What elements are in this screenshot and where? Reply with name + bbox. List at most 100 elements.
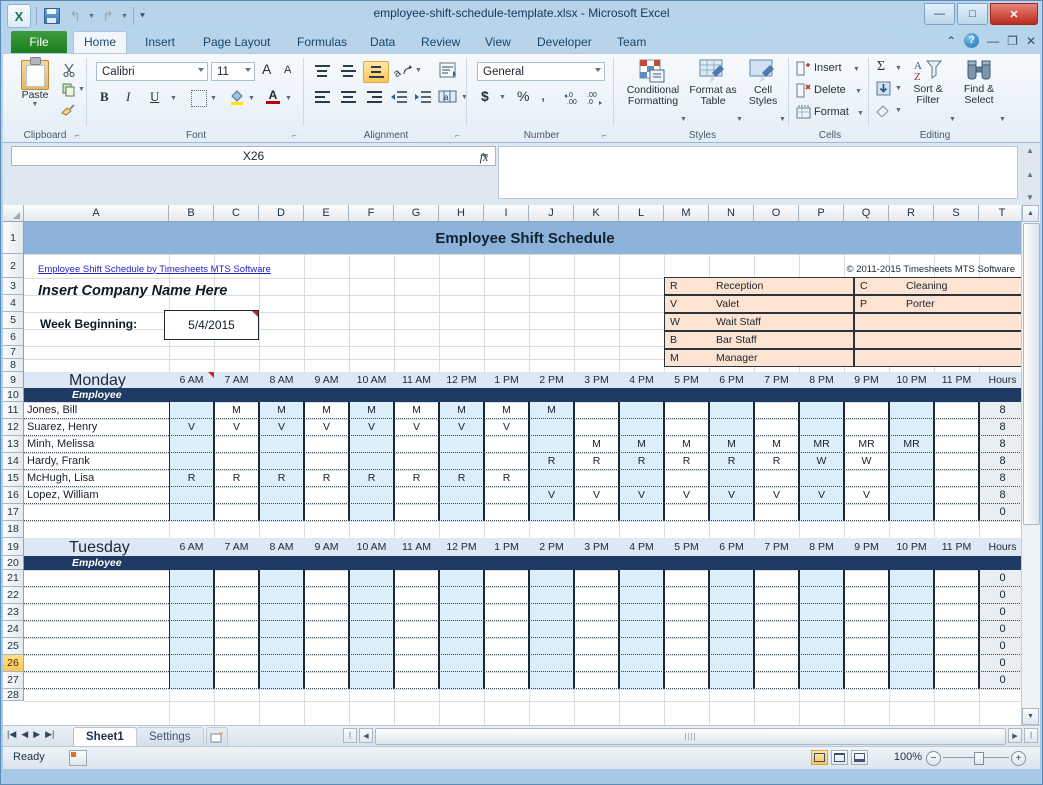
- grow-font-button[interactable]: A: [262, 61, 271, 77]
- shift-cell[interactable]: V: [529, 487, 574, 504]
- row-header-2[interactable]: 2: [3, 254, 24, 278]
- shift-cell[interactable]: [484, 570, 529, 587]
- row-header-24[interactable]: 24: [3, 621, 24, 638]
- shift-cell[interactable]: [709, 419, 754, 436]
- shift-cell[interactable]: [439, 604, 484, 621]
- shift-cell[interactable]: V: [349, 419, 394, 436]
- column-header-E[interactable]: E: [304, 205, 349, 222]
- shift-cell[interactable]: [214, 604, 259, 621]
- shift-cell[interactable]: [574, 402, 619, 419]
- shift-cell[interactable]: V: [664, 487, 709, 504]
- sort-filter-dropdown-icon[interactable]: ▼: [949, 116, 956, 123]
- sheet-tab-sheet1[interactable]: Sheet1: [73, 727, 137, 747]
- employee-name-cell[interactable]: Lopez, William: [24, 487, 169, 504]
- shift-cell[interactable]: [619, 621, 664, 638]
- vertical-scroll-thumb[interactable]: [1023, 223, 1040, 525]
- row-header-8[interactable]: 8: [3, 359, 24, 372]
- formula-scroll-mid-icon[interactable]: ▲: [1026, 170, 1034, 179]
- shift-cell[interactable]: [349, 587, 394, 604]
- shift-cell[interactable]: [169, 655, 214, 672]
- fill-color-button[interactable]: [228, 88, 246, 106]
- shift-cell[interactable]: [529, 419, 574, 436]
- employee-name-cell[interactable]: Suarez, Henry: [24, 419, 169, 436]
- shift-cell[interactable]: [439, 504, 484, 521]
- shift-cell[interactable]: [304, 621, 349, 638]
- shift-cell[interactable]: [754, 621, 799, 638]
- shift-cell[interactable]: MR: [889, 436, 934, 453]
- row-header-4[interactable]: 4: [3, 295, 24, 312]
- shift-cell[interactable]: W: [799, 453, 844, 470]
- shift-cell[interactable]: [529, 638, 574, 655]
- shift-cell[interactable]: R: [619, 453, 664, 470]
- shift-cell[interactable]: [214, 487, 259, 504]
- shift-cell[interactable]: [349, 672, 394, 689]
- shift-cell[interactable]: [709, 470, 754, 487]
- shift-cell[interactable]: [484, 638, 529, 655]
- orientation-dropdown-icon[interactable]: ▼: [415, 67, 422, 74]
- shift-cell[interactable]: [889, 470, 934, 487]
- shift-cell[interactable]: [304, 655, 349, 672]
- tab-developer[interactable]: Developer: [525, 31, 604, 53]
- shift-cell[interactable]: R: [394, 470, 439, 487]
- shift-cell[interactable]: M: [394, 402, 439, 419]
- align-right-button[interactable]: [363, 88, 385, 106]
- shift-cell[interactable]: [754, 570, 799, 587]
- shift-cell[interactable]: M: [574, 436, 619, 453]
- shift-cell[interactable]: [709, 570, 754, 587]
- column-header-Q[interactable]: Q: [844, 205, 889, 222]
- scroll-up-button[interactable]: ▲: [1022, 205, 1039, 222]
- prev-sheet-button[interactable]: ◀: [21, 729, 28, 740]
- shift-cell[interactable]: [754, 402, 799, 419]
- shift-cell[interactable]: M: [349, 402, 394, 419]
- shift-cell[interactable]: [709, 621, 754, 638]
- font-color-dropdown-icon[interactable]: ▼: [285, 95, 292, 102]
- restore-button[interactable]: □: [957, 3, 988, 25]
- row-header-21[interactable]: 21: [3, 570, 24, 587]
- shift-cell[interactable]: R: [439, 470, 484, 487]
- scroll-down-button[interactable]: ▼: [1022, 708, 1039, 725]
- row-header-20[interactable]: 20: [3, 556, 24, 570]
- shift-cell[interactable]: [664, 672, 709, 689]
- shift-cell[interactable]: [619, 587, 664, 604]
- shift-cell[interactable]: [349, 487, 394, 504]
- hscroll-right-button[interactable]: ▶: [1008, 728, 1022, 743]
- shift-cell[interactable]: [394, 655, 439, 672]
- shift-cell[interactable]: [709, 672, 754, 689]
- shift-cell[interactable]: [259, 655, 304, 672]
- delete-dropdown-icon[interactable]: ▼: [855, 88, 862, 95]
- shift-cell[interactable]: [664, 419, 709, 436]
- hscroll-end-handle[interactable]: |: [1024, 728, 1038, 743]
- shift-cell[interactable]: [934, 672, 979, 689]
- shift-cell[interactable]: [529, 570, 574, 587]
- horizontal-scroll-thumb[interactable]: ||||: [375, 728, 1006, 745]
- shift-cell[interactable]: [394, 672, 439, 689]
- shift-cell[interactable]: [349, 504, 394, 521]
- column-header-O[interactable]: O: [754, 205, 799, 222]
- autosum-dropdown-icon[interactable]: ▼: [895, 65, 902, 72]
- shift-cell[interactable]: [754, 638, 799, 655]
- shift-cell[interactable]: M: [709, 436, 754, 453]
- shift-cell[interactable]: [889, 504, 934, 521]
- shift-cell[interactable]: [799, 570, 844, 587]
- shift-cell[interactable]: [394, 453, 439, 470]
- shift-cell[interactable]: V: [259, 419, 304, 436]
- employee-name-cell[interactable]: [24, 672, 169, 689]
- shift-cell[interactable]: [844, 419, 889, 436]
- font-name-dropdown-icon[interactable]: [198, 68, 204, 72]
- cell-styles-button[interactable]: Cell Styles: [744, 59, 782, 107]
- underline-button[interactable]: U: [150, 89, 159, 105]
- shift-cell[interactable]: [754, 419, 799, 436]
- close-button[interactable]: ✕: [990, 3, 1038, 25]
- shift-cell[interactable]: [169, 402, 214, 419]
- shift-cell[interactable]: [799, 621, 844, 638]
- shift-cell[interactable]: [754, 604, 799, 621]
- tab-home[interactable]: Home: [73, 31, 127, 54]
- shift-cell[interactable]: [754, 587, 799, 604]
- shift-cell[interactable]: [709, 587, 754, 604]
- shift-cell[interactable]: MR: [844, 436, 889, 453]
- shift-cell[interactable]: R: [754, 453, 799, 470]
- shift-cell[interactable]: [169, 436, 214, 453]
- sheet-canvas[interactable]: Employee Shift ScheduleEmployee Shift Sc…: [24, 222, 1022, 725]
- shift-cell[interactable]: [394, 487, 439, 504]
- shift-cell[interactable]: [844, 604, 889, 621]
